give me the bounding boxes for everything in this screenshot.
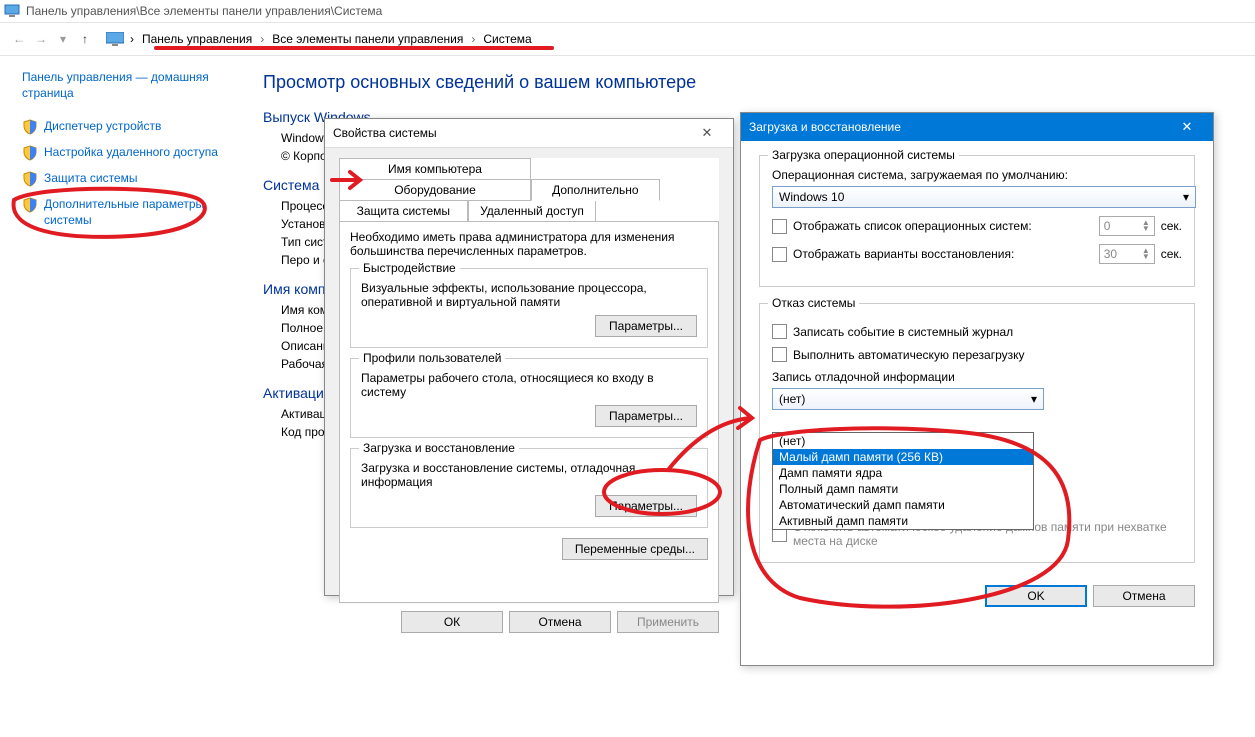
dump-option[interactable]: Активный дамп памяти [773,513,1033,529]
env-vars-button[interactable]: Переменные среды... [562,538,708,560]
checkbox-label: Выполнить автоматическую перезагрузку [793,348,1025,362]
tabs: Имя компьютера Оборудование Дополнительн… [339,158,719,221]
spinner-icon: ▲▼ [1142,248,1150,260]
shield-icon [22,171,38,187]
bc-item-1[interactable]: Все элементы панели управления [268,30,467,48]
group-legend: Загрузка операционной системы [768,148,959,162]
system-icon [4,3,20,19]
group-legend: Отказ системы [768,296,859,310]
dump-label: Запись отладочной информации [772,370,1182,384]
sidebar-link-remote[interactable]: Настройка удаленного доступа [22,145,237,161]
startup-settings-button[interactable]: Параметры... [595,495,697,517]
group-legend: Быстродействие [359,261,460,275]
group-performance: Быстродействие Визуальные эффекты, испол… [350,268,708,348]
sidebar-link-label: Настройка удаленного доступа [44,145,218,161]
close-button[interactable]: ✕ [689,122,725,144]
chevron-down-icon: ▾ [1183,190,1189,204]
dump-option[interactable]: Малый дамп памяти (256 КВ) [773,449,1033,465]
tab-protection[interactable]: Защита системы [339,200,468,222]
default-os-label: Операционная система, загружаемая по умо… [772,168,1182,182]
tab-body: Необходимо иметь права администратора дл… [339,221,719,603]
checkbox-label: Отображать список операционных систем: [793,219,1093,233]
group-system-failure: Отказ системы Записать событие в системн… [759,303,1195,563]
group-desc: Параметры рабочего стола, относящиеся ко… [361,371,697,399]
breadcrumb: Панель управления› Все элементы панели у… [138,30,536,48]
group-startup: Загрузка и восстановление Загрузка и вос… [350,448,708,528]
sidebar-link-protection[interactable]: Защита системы [22,171,237,187]
group-system-startup: Загрузка операционной системы Операционн… [759,155,1195,287]
tab-computer-name[interactable]: Имя компьютера [339,158,531,180]
dump-select[interactable]: (нет) ▾ [772,388,1044,410]
seconds-label: сек. [1161,247,1182,261]
sidebar-link-advanced[interactable]: Дополнительные параметры системы [22,197,237,228]
apply-button: Применить [617,611,719,633]
spinner-icon: ▲▼ [1142,220,1150,232]
window-titlebar: Панель управления\Все элементы панели уп… [0,0,1255,23]
group-desc: Загрузка и восстановление системы, отлад… [361,461,697,489]
default-os-value: Windows 10 [779,190,844,204]
dump-option[interactable]: (нет) [773,433,1033,449]
dump-option[interactable]: Полный дамп памяти [773,481,1033,497]
bc-item-2[interactable]: Система [479,30,535,48]
os-list-seconds-input: 0▲▼ [1099,216,1155,236]
dump-select-value: (нет) [779,392,805,406]
back-button[interactable]: ← [8,28,30,50]
dialog-title: Свойства системы [333,126,437,140]
sidebar-link-label: Диспетчер устройств [44,119,161,135]
recent-button[interactable]: ▾ [52,28,74,50]
window-title: Панель управления\Все элементы панели уп… [26,4,382,18]
seconds-label: сек. [1161,219,1182,233]
ok-button[interactable]: ОК [401,611,503,633]
group-profiles: Профили пользователей Параметры рабочего… [350,358,708,438]
group-legend: Профили пользователей [359,351,505,365]
nav-bar: ← → ▾ ↑ › Панель управления› Все элемент… [0,23,1255,56]
bc-item-0[interactable]: Панель управления [138,30,256,48]
group-desc: Визуальные эффекты, использование процес… [361,281,697,309]
forward-button: → [30,28,52,50]
checkbox-write-event[interactable] [772,324,787,339]
admin-note: Необходимо иметь права администратора дл… [350,230,708,258]
checkbox-label: Отображать варианты восстановления: [793,247,1093,261]
tab-remote[interactable]: Удаленный доступ [468,200,597,222]
shield-icon [22,145,38,161]
shield-icon [22,197,38,213]
performance-settings-button[interactable]: Параметры... [595,315,697,337]
tab-advanced[interactable]: Дополнительно [531,179,660,201]
checkbox-label: Записать событие в системный журнал [793,325,1013,339]
dump-option[interactable]: Дамп памяти ядра [773,465,1033,481]
dialog-title: Загрузка и восстановление [749,120,901,134]
dialog-footer: ОК Отмена Применить [325,603,733,641]
close-button[interactable]: ✕ [1169,116,1205,138]
recovery-seconds-input: 30▲▼ [1099,244,1155,264]
dialog-startup-recovery: Загрузка и восстановление ✕ Загрузка опе… [740,112,1214,666]
tab-hardware[interactable]: Оборудование [339,179,531,201]
profiles-settings-button[interactable]: Параметры... [595,405,697,427]
group-legend: Загрузка и восстановление [359,441,519,455]
sidebar-link-device-manager[interactable]: Диспетчер устройств [22,119,237,135]
bc-sep: › [130,32,134,46]
sidebar-link-label: Защита системы [44,171,137,187]
up-button[interactable]: ↑ [74,28,96,50]
cancel-button[interactable]: Отмена [1093,585,1195,607]
dump-dropdown-list[interactable]: (нет) Малый дамп памяти (256 КВ) Дамп па… [772,432,1034,530]
chevron-down-icon: ▾ [1031,392,1037,406]
shield-icon [22,119,38,135]
checkbox-auto-restart[interactable] [772,347,787,362]
location-icon [106,32,124,46]
cancel-button[interactable]: Отмена [509,611,611,633]
page-title: Просмотр основных сведений о вашем компь… [263,72,1235,93]
checkbox-show-recovery[interactable] [772,247,787,262]
sidebar: Панель управления — домашняя страница Ди… [0,56,243,737]
sidebar-link-label: Дополнительные параметры системы [44,197,237,228]
default-os-select[interactable]: Windows 10 ▾ [772,186,1196,208]
ok-button[interactable]: OK [985,585,1087,607]
checkbox-show-os-list[interactable] [772,219,787,234]
dialog-system-properties: Свойства системы ✕ Имя компьютера Оборуд… [324,118,734,596]
sidebar-home[interactable]: Панель управления — домашняя страница [22,70,237,101]
dump-option[interactable]: Автоматический дамп памяти [773,497,1033,513]
